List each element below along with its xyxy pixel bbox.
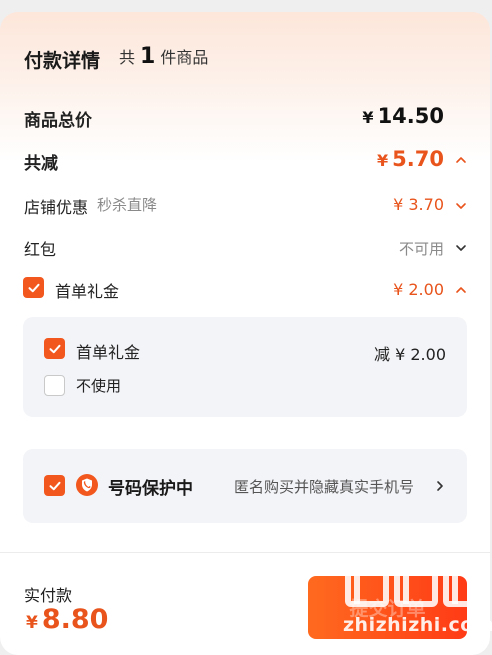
watermark-logo-icon: [345, 559, 487, 607]
page-title: 付款详情: [24, 50, 101, 72]
watermark: zhizhizhi.com: [343, 552, 492, 652]
currency-symbol: ¥: [362, 108, 374, 127]
first-order-bonus-checkbox[interactable]: [23, 277, 44, 298]
use-bonus-label[interactable]: 首单礼金: [76, 339, 140, 363]
red-packet-status[interactable]: 不可用: [399, 238, 444, 259]
shield-phone-icon: [76, 474, 98, 496]
chevron-down-icon[interactable]: [454, 199, 468, 213]
red-packet-label: 红包: [24, 240, 57, 259]
number-protection-label: 号码保护中: [108, 479, 193, 499]
use-bonus-checkbox[interactable]: [44, 338, 65, 359]
checkmark-icon: [28, 283, 39, 292]
chevron-up-icon[interactable]: [454, 283, 468, 297]
checkmark-icon: [49, 481, 60, 490]
actual-payment-label: 实付款: [24, 586, 73, 605]
shop-discount-label: 店铺优惠: [24, 198, 89, 217]
first-order-options-panel: 首单礼金 减 ¥ 2.00 不使用: [23, 317, 467, 417]
total-price-label: 商品总价: [24, 111, 92, 131]
number-protection-panel[interactable]: 号码保护中 匿名购买并隐藏真实手机号: [23, 449, 467, 523]
item-count-prefix: 共: [119, 48, 136, 67]
use-bonus-value: 减 ¥ 2.00: [374, 345, 446, 364]
item-count-suffix: 件商品: [160, 48, 209, 67]
watermark-text: zhizhizhi.com: [343, 614, 492, 636]
first-order-bonus-value[interactable]: ¥ 2.00: [393, 280, 444, 299]
item-count: 共 1 件商品: [119, 44, 208, 69]
total-price-amount: 14.50: [377, 104, 444, 128]
no-bonus-checkbox[interactable]: [44, 375, 65, 396]
shop-discount-value[interactable]: ¥ 3.70: [393, 195, 444, 214]
chevron-right-icon[interactable]: [433, 479, 447, 493]
item-count-number: 1: [140, 44, 156, 69]
chevron-up-icon[interactable]: [454, 153, 468, 167]
shop-discount-tag: 秒杀直降: [97, 196, 158, 214]
total-reduction-value[interactable]: ¥5.70: [377, 147, 444, 171]
currency-symbol: ¥: [26, 613, 38, 633]
total-price-value: ¥14.50: [362, 104, 444, 128]
checkmark-icon: [49, 344, 60, 353]
total-reduction-amount: 5.70: [392, 147, 444, 171]
chevron-down-icon[interactable]: [454, 241, 468, 255]
actual-payment-value: ¥8.80: [26, 604, 108, 635]
first-order-bonus-label: 首单礼金: [55, 282, 120, 301]
number-protection-checkbox[interactable]: [44, 475, 65, 496]
no-bonus-label[interactable]: 不使用: [76, 375, 121, 396]
currency-symbol: ¥: [377, 151, 389, 170]
actual-payment-amount: 8.80: [41, 604, 109, 635]
total-reduction-label: 共减: [24, 154, 58, 174]
number-protection-desc: 匿名购买并隐藏真实手机号: [234, 478, 415, 496]
